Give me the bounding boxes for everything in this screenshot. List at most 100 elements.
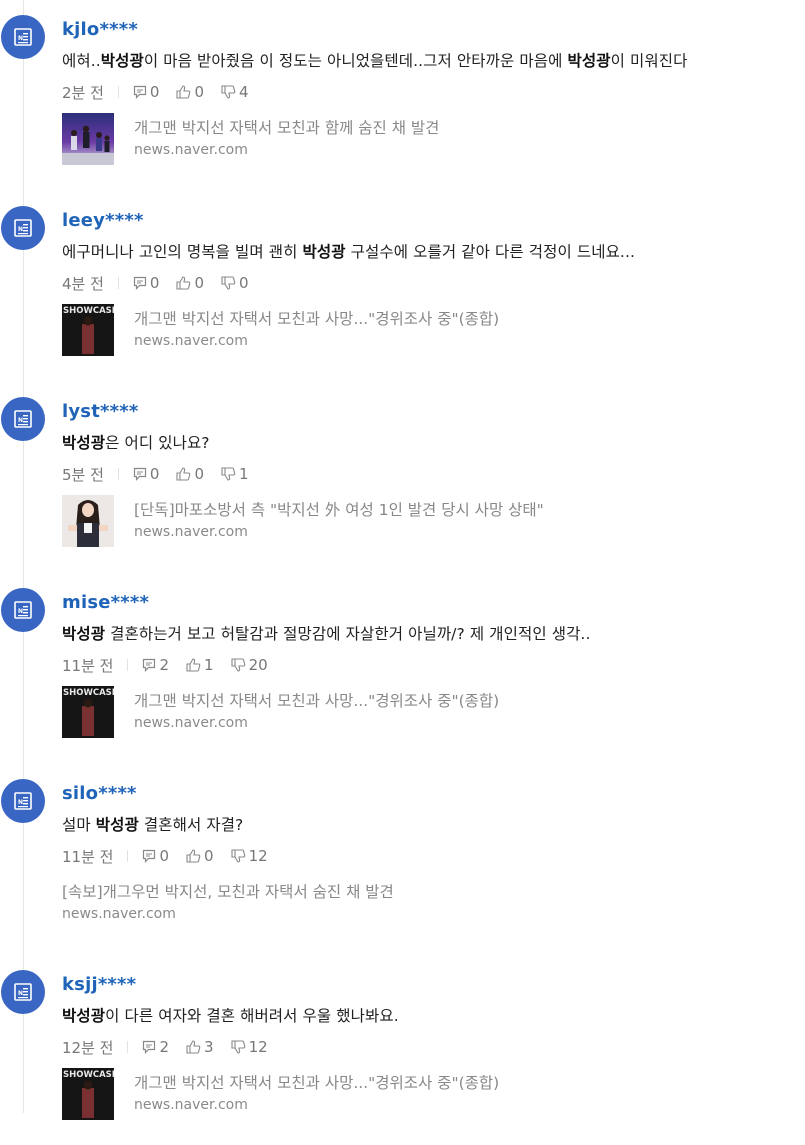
- comment-meta: 2분 전 0 0 4: [62, 81, 266, 103]
- comment-time: 2분 전: [62, 83, 104, 102]
- linked-article[interactable]: [속보]개그우먼 박지선, 모친과 자택서 숨진 채 발견 news.naver…: [62, 876, 394, 930]
- thumbs-up-icon: [176, 467, 191, 481]
- like-button[interactable]: 0: [176, 83, 204, 101]
- comment-text: 박성광은 어디 있나요?: [62, 434, 210, 452]
- news-avatar-icon[interactable]: N: [1, 397, 45, 441]
- article-source: news.naver.com: [134, 715, 248, 731]
- reply-button[interactable]: 0: [133, 274, 159, 292]
- comment-time: 5분 전: [62, 465, 104, 484]
- news-avatar-icon[interactable]: N: [1, 970, 45, 1014]
- article-title[interactable]: 개그맨 박지선 자택서 모친과 사망..."경위조사 중"(종합): [134, 1072, 499, 1094]
- linked-article[interactable]: 개그맨 박지선 자택서 모친과 함께 숨진 채 발견 news.naver.co…: [62, 112, 439, 166]
- comment-text: 에구머니나 고인의 명복을 빌며 괜히 박성광 구설수에 오를거 같아 다른 걱…: [62, 243, 636, 261]
- article-title[interactable]: [속보]개그우먼 박지선, 모친과 자택서 숨진 채 발견: [62, 881, 394, 903]
- news-avatar-icon[interactable]: N: [1, 15, 45, 59]
- comment-username[interactable]: mise****: [62, 592, 149, 613]
- dislike-button[interactable]: 20: [231, 656, 268, 674]
- reply-button[interactable]: 0: [133, 465, 159, 483]
- thumbs-down-icon: [231, 658, 245, 672]
- meta-divider: [127, 850, 129, 862]
- svg-text:N: N: [18, 35, 23, 42]
- comment-time: 4분 전: [62, 274, 104, 293]
- article-source: news.naver.com: [134, 524, 248, 540]
- dislike-button[interactable]: 1: [221, 465, 249, 483]
- thumbs-up-icon: [186, 849, 201, 863]
- like-button[interactable]: 0: [176, 274, 204, 292]
- svg-text:SHOWCASE: SHOWCASE: [63, 688, 114, 698]
- meta-divider: [117, 468, 119, 480]
- comment-username[interactable]: kjlo****: [62, 19, 138, 40]
- reply-icon: [133, 85, 147, 99]
- like-button[interactable]: 0: [186, 847, 214, 865]
- reply-button[interactable]: 0: [142, 847, 169, 865]
- like-button[interactable]: 3: [186, 1038, 214, 1056]
- reply-button[interactable]: 2: [142, 1038, 169, 1056]
- svg-text:N: N: [18, 226, 23, 233]
- comment-username[interactable]: lyst****: [62, 401, 138, 422]
- thumbs-up-icon: [186, 658, 201, 672]
- reply-button[interactable]: 2: [142, 656, 169, 674]
- thumbs-down-icon: [221, 467, 236, 481]
- comment-meta: 12분 전 2 3 12: [62, 1036, 285, 1058]
- reply-icon: [143, 1040, 156, 1054]
- reply-icon: [143, 849, 156, 863]
- reply-button[interactable]: 0: [133, 83, 159, 101]
- comment-text: 설마 박성광 결혼해서 자결?: [62, 816, 244, 834]
- comment-item: N leey**** 에구머니나 고인의 명복을 빌며 괜히 박성광 구설수에 …: [0, 191, 805, 381]
- comment-username[interactable]: leey****: [62, 210, 144, 231]
- article-title[interactable]: 개그맨 박지선 자택서 모친과 사망..."경위조사 중"(종합): [134, 308, 499, 330]
- comment-time: 12분 전: [62, 1038, 114, 1057]
- comment-item: N kjlo**** 에혀..박성광이 마음 받아줬음 이 정도는 아니었을텐데…: [0, 0, 805, 190]
- comment-username[interactable]: ksjj****: [62, 974, 136, 995]
- svg-text:SHOWCASE: SHOWCASE: [63, 306, 114, 316]
- meta-divider: [117, 277, 119, 289]
- linked-article[interactable]: SHOWCASE 개그맨 박지선 자택서 모친과 사망..."경위조사 중"(종…: [62, 303, 499, 357]
- thumbs-up-icon: [176, 85, 191, 99]
- article-thumbnail: SHOWCASE: [62, 686, 114, 738]
- comment-item: N ksjj**** 박성광이 다른 여자와 결혼 해버려서 우울 했나봐요. …: [0, 955, 805, 1145]
- comment-meta: 11분 전 2 1 20: [62, 654, 285, 676]
- article-thumbnail: SHOWCASE: [62, 1068, 114, 1120]
- thumbs-down-icon: [231, 849, 245, 863]
- comment-text: 에혀..박성광이 마음 받아줬음 이 정도는 아니었을텐데..그저 안타까운 마…: [62, 52, 688, 70]
- meta-divider: [127, 1041, 129, 1053]
- article-source: news.naver.com: [134, 333, 248, 349]
- dislike-button[interactable]: 12: [231, 1038, 268, 1056]
- linked-article[interactable]: [단독]마포소방서 측 "박지선 外 여성 1인 발견 당시 사망 상태" ne…: [62, 494, 544, 548]
- comment-text: 박성광이 다른 여자와 결혼 해버려서 우울 했나봐요.: [62, 1007, 399, 1025]
- news-avatar-icon[interactable]: N: [1, 206, 45, 250]
- thumbs-down-icon: [221, 276, 236, 290]
- comment-time: 11분 전: [62, 847, 114, 866]
- comment-item: N lyst**** 박성광은 어디 있나요? 5분 전 0 0 1 [단독]마…: [0, 382, 805, 572]
- comment-meta: 5분 전 0 0 1: [62, 463, 266, 485]
- reply-icon: [143, 658, 156, 672]
- article-thumbnail: [62, 495, 114, 547]
- article-thumbnail: [62, 113, 114, 165]
- news-avatar-icon[interactable]: N: [1, 779, 45, 823]
- like-button[interactable]: 1: [186, 656, 214, 674]
- dislike-button[interactable]: 0: [221, 274, 249, 292]
- thumbs-up-icon: [176, 276, 191, 290]
- comment-item: N silo**** 설마 박성광 결혼해서 자결? 11분 전 0 0 12 …: [0, 764, 805, 954]
- reply-icon: [133, 276, 147, 290]
- reply-icon: [133, 467, 147, 481]
- svg-text:N: N: [18, 799, 23, 806]
- meta-divider: [117, 86, 119, 98]
- dislike-button[interactable]: 12: [231, 847, 268, 865]
- svg-text:N: N: [18, 990, 23, 997]
- comment-time: 11분 전: [62, 656, 114, 675]
- article-title[interactable]: 개그맨 박지선 자택서 모친과 사망..."경위조사 중"(종합): [134, 690, 499, 712]
- svg-text:N: N: [18, 417, 23, 424]
- dislike-button[interactable]: 4: [221, 83, 249, 101]
- article-title[interactable]: [단독]마포소방서 측 "박지선 外 여성 1인 발견 당시 사망 상태": [134, 499, 544, 521]
- linked-article[interactable]: SHOWCASE 개그맨 박지선 자택서 모친과 사망..."경위조사 중"(종…: [62, 685, 499, 739]
- like-button[interactable]: 0: [176, 465, 204, 483]
- news-avatar-icon[interactable]: N: [1, 588, 45, 632]
- thumbs-down-icon: [231, 1040, 245, 1054]
- thumbs-down-icon: [221, 85, 236, 99]
- comment-item: N mise**** 박성광 결혼하는거 보고 허탈감과 절망감에 자살한거 아…: [0, 573, 805, 763]
- svg-text:SHOWCASE: SHOWCASE: [63, 1070, 114, 1080]
- article-title[interactable]: 개그맨 박지선 자택서 모친과 함께 숨진 채 발견: [134, 117, 439, 139]
- comment-username[interactable]: silo****: [62, 783, 137, 804]
- comment-text: 박성광 결혼하는거 보고 허탈감과 절망감에 자살한거 아닐까/? 제 개인적인…: [62, 625, 591, 643]
